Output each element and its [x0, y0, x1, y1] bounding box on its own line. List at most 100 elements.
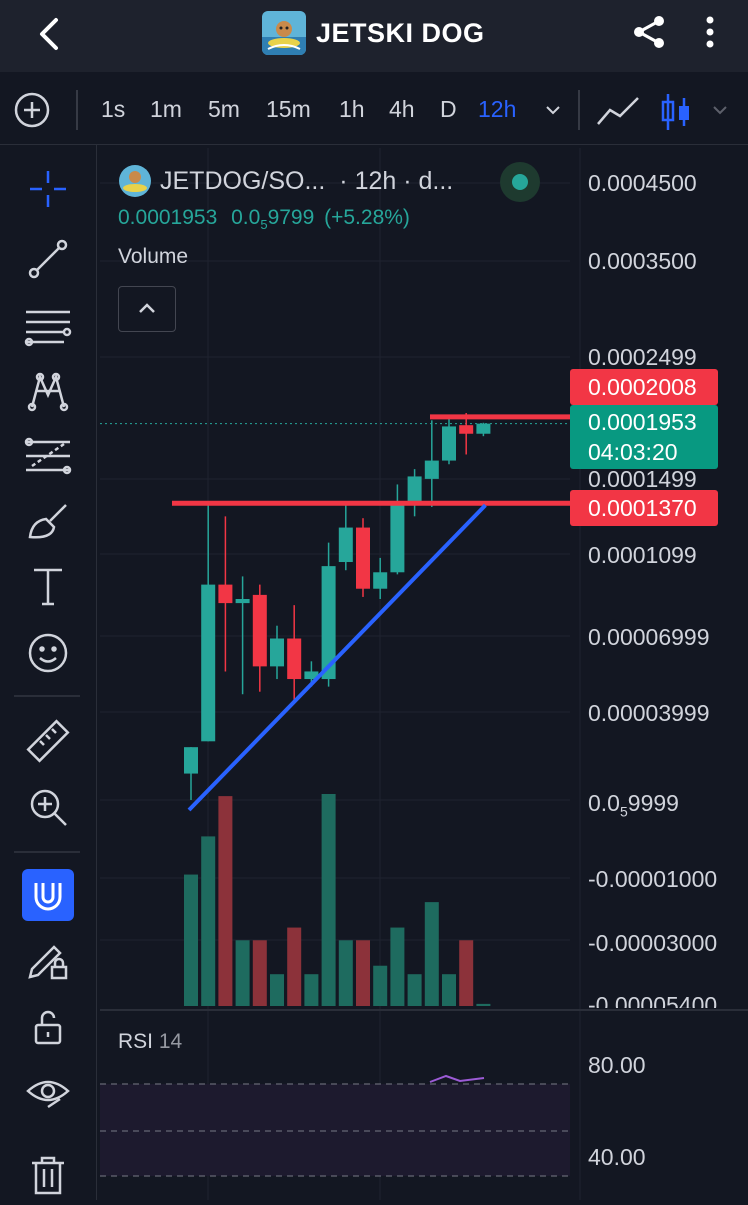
- price-axis-label: 0.00006999: [588, 624, 710, 650]
- ruler-icon[interactable]: [22, 715, 74, 767]
- price-change: 0.059799: [231, 206, 315, 233]
- trend-line-icon[interactable]: [22, 233, 74, 285]
- timeframe-15m[interactable]: 15m: [266, 96, 311, 123]
- eye-icon[interactable]: [22, 1067, 74, 1119]
- price-axis-label: 0.00003999: [588, 700, 710, 726]
- candle-body: [390, 501, 405, 573]
- fib-retracement-icon[interactable]: [22, 430, 74, 482]
- volume-bar: [252, 940, 267, 1006]
- volume-bar: [442, 974, 456, 1006]
- chart-panel[interactable]: [100, 148, 748, 1200]
- rsi-axis-label: 40.00: [588, 1144, 646, 1170]
- timeframe-d[interactable]: D: [440, 96, 457, 123]
- live-status-indicator: [500, 162, 540, 202]
- crosshair-icon[interactable]: [22, 163, 74, 215]
- current-price-badge: 0.0001953 04:03:20: [570, 405, 718, 469]
- magnet-icon[interactable]: [22, 869, 74, 921]
- pattern-icon[interactable]: [22, 365, 74, 417]
- candle-body: [424, 460, 439, 479]
- candle-body: [218, 584, 233, 604]
- volume-axis-label: -0.00001000: [588, 866, 718, 892]
- sidebar-divider: [14, 695, 80, 697]
- candle-body: [338, 527, 353, 563]
- candle-body: [442, 426, 456, 461]
- timeframe-1h[interactable]: 1h: [339, 96, 365, 123]
- line-chart-icon[interactable]: [596, 94, 642, 128]
- back-icon[interactable]: [30, 14, 70, 54]
- toolbar-divider: [76, 90, 78, 130]
- volume-bar: [459, 940, 474, 1006]
- candlestick-icon[interactable]: [660, 92, 692, 132]
- candle-body: [252, 594, 267, 667]
- price-axis-label: 0.0001499: [588, 466, 697, 492]
- token-logo: [262, 11, 306, 55]
- chevron-down-icon[interactable]: [710, 100, 730, 120]
- brush-icon[interactable]: [22, 495, 74, 547]
- candle-body: [356, 527, 370, 589]
- rsi-label: RSI 14: [118, 1030, 183, 1053]
- price-change-percent: (+5.28%): [324, 206, 410, 229]
- symbol-logo: [119, 165, 151, 197]
- timeframe-1s[interactable]: 1s: [101, 96, 125, 123]
- volume-bar: [476, 1003, 491, 1006]
- volume-bar: [218, 796, 233, 1006]
- volume-bar: [373, 965, 388, 1006]
- volume-axis-label: -0.00003000: [588, 930, 718, 956]
- share-icon[interactable]: [630, 12, 670, 52]
- timeframe-5m[interactable]: 5m: [208, 96, 240, 123]
- timeframe-4h[interactable]: 4h: [389, 96, 415, 123]
- zoom-in-icon[interactable]: [22, 781, 74, 833]
- rsi-axis-label: 80.00: [588, 1052, 646, 1078]
- price-axis-label: 0.0003500: [588, 248, 697, 274]
- resistance-price-badge: 0.0002008: [570, 369, 718, 405]
- more-vertical-icon[interactable]: [696, 12, 724, 52]
- chart-toolbar: 1s 1m 5m 15m 1h 4h D 12h: [0, 74, 748, 145]
- volume-bar: [287, 927, 302, 1006]
- volume-bar: [407, 974, 422, 1006]
- rsi-line: [429, 1074, 485, 1083]
- sidebar-divider: [14, 851, 80, 853]
- volume-bar: [184, 874, 198, 1006]
- candle-body: [287, 638, 302, 680]
- trash-icon[interactable]: [22, 1149, 74, 1201]
- timeframe-1m[interactable]: 1m: [150, 96, 182, 123]
- horizontal-lines-icon[interactable]: [22, 300, 74, 352]
- collapse-legend-button[interactable]: [118, 286, 176, 332]
- candle-body: [235, 598, 250, 604]
- volume-bar: [338, 940, 353, 1006]
- candle-body: [373, 572, 388, 589]
- text-tool-icon[interactable]: [22, 560, 74, 612]
- timeframe-12h[interactable]: 12h: [478, 96, 516, 123]
- volume-label: Volume: [118, 245, 189, 268]
- current-price-value: 0.0001953: [588, 409, 697, 435]
- candle-body: [201, 584, 216, 742]
- volume-bar: [356, 940, 370, 1006]
- price-axis-label-small: 0.059999: [588, 790, 679, 820]
- token-title: JETSKI DOG: [262, 10, 485, 56]
- volume-bar: [270, 974, 284, 1006]
- price-axis-label: 0.0002499: [588, 344, 697, 370]
- symbol-name[interactable]: JETDOG/SO...: [160, 167, 325, 196]
- candle-body: [459, 425, 474, 434]
- price-chart[interactable]: [100, 148, 748, 1200]
- candle-countdown: 04:03:20: [588, 439, 678, 465]
- volume-bar: [424, 902, 439, 1006]
- volume-bar: [235, 940, 250, 1006]
- lock-drawing-icon[interactable]: [22, 933, 74, 985]
- emoji-icon[interactable]: [22, 627, 74, 679]
- candle-body: [476, 423, 491, 434]
- volume-bar: [304, 974, 319, 1006]
- volume-axis-label: -0.00005400: [588, 992, 718, 1008]
- chevron-up-icon: [139, 303, 155, 313]
- last-price: 0.0001953: [118, 206, 218, 229]
- price-axis-label: 0.0001099: [588, 542, 697, 568]
- add-indicator-icon[interactable]: [14, 92, 50, 128]
- toolbar-divider: [578, 90, 580, 130]
- candle-body: [407, 476, 422, 502]
- unlock-icon[interactable]: [22, 1001, 74, 1053]
- chevron-down-icon[interactable]: [543, 100, 563, 120]
- volume-bar: [390, 927, 405, 1006]
- app-header: JETSKI DOG: [0, 0, 748, 72]
- volume-bar: [321, 794, 336, 1006]
- volume-bar: [201, 836, 216, 1006]
